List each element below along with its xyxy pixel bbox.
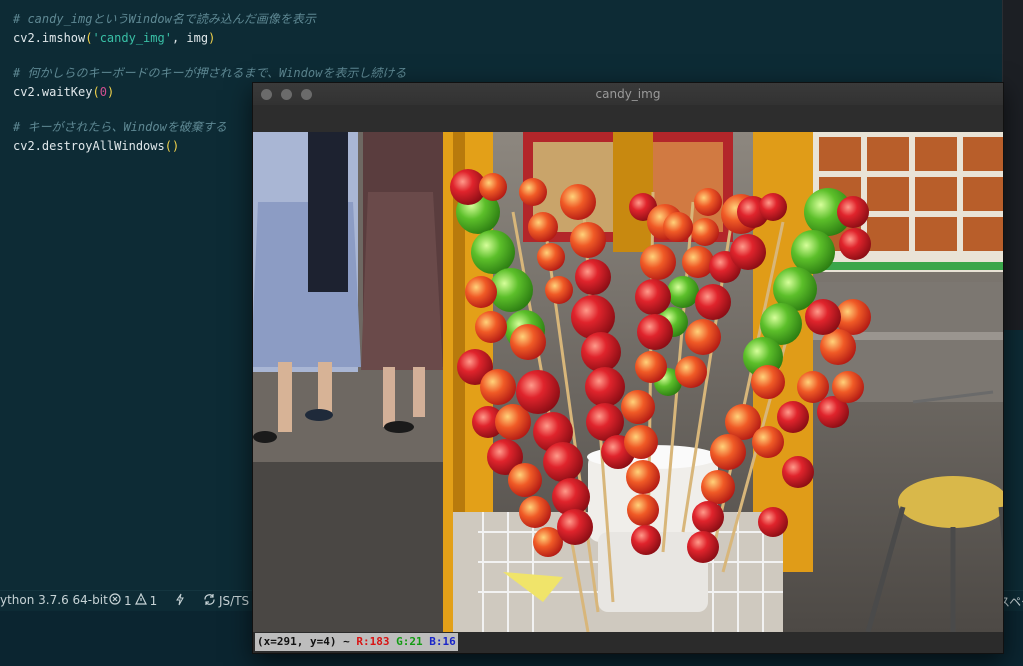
function-name: cv2.imshow — [13, 31, 86, 45]
function-name: cv2.destroyAllWindows — [13, 139, 165, 153]
window-toolbar — [253, 105, 1003, 132]
error-count: 1 — [124, 593, 132, 608]
paren-close: ) — [208, 31, 216, 45]
function-name: cv2.waitKey — [13, 85, 93, 99]
code-line-comment-3: # キーがされたら、Windowを破棄する — [13, 120, 227, 134]
warning-icon — [134, 592, 147, 608]
argument: , img — [171, 31, 209, 45]
code-line-imshow: cv2.imshow('candy_img', img) — [13, 31, 215, 45]
code-line-comment-2: # 何かしらのキーボードのキーが押されるまで、Windowを表示し続ける — [13, 66, 407, 80]
string-literal: 'candy_img' — [92, 31, 172, 45]
python-interpreter[interactable]: ython 3.7.6 64-bit — [0, 593, 108, 607]
code-line-destroy: cv2.destroyAllWindows() — [13, 139, 179, 153]
opencv-window[interactable]: candy_img (x=291, y=4) ~ R:183 G:21 B:16 — [252, 82, 1004, 654]
code-line-comment-1: # candy_imgというWindow名で読み込んだ画像を表示 — [13, 12, 316, 26]
language-status[interactable]: JS/TS — [203, 593, 249, 609]
pixel-red-value: R:183 — [356, 635, 390, 648]
candy-image[interactable] — [253, 132, 1003, 632]
paren-open: ( — [92, 85, 100, 99]
window-titlebar[interactable]: candy_img — [253, 83, 1003, 106]
paren-close: ) — [106, 85, 115, 99]
problems-indicator[interactable]: 1 1 — [109, 592, 158, 608]
paren-open: ( — [164, 139, 172, 153]
warning-count: 1 — [149, 593, 158, 608]
pixel-coords: (x=291, y=4) ~ — [257, 635, 350, 648]
pixel-blue-value: B:16 — [429, 635, 456, 648]
number-literal: 0 — [99, 85, 107, 99]
sync-icon — [203, 593, 216, 609]
flash-icon — [175, 593, 185, 609]
pixel-green-value: G:21 — [396, 635, 423, 648]
flash-button[interactable] — [175, 593, 185, 609]
desktop: # candy_imgというWindow名で読み込んだ画像を表示 cv2.ims… — [0, 0, 1023, 666]
candy-photo — [253, 132, 1003, 632]
python-version-label: ython 3.7.6 64-bit — [0, 593, 108, 607]
paren-close: ) — [171, 139, 180, 153]
pixel-info: (x=291, y=4) ~ R:183 G:21 B:16 — [255, 633, 458, 651]
pixel-status-bar: (x=291, y=4) ~ R:183 G:21 B:16 — [253, 633, 1003, 653]
background-window-edge — [1002, 0, 1023, 330]
window-title: candy_img — [595, 87, 661, 101]
language-label: JS/TS — [219, 594, 250, 608]
code-line-waitkey: cv2.waitKey(0) — [13, 85, 114, 99]
error-icon — [109, 593, 121, 608]
